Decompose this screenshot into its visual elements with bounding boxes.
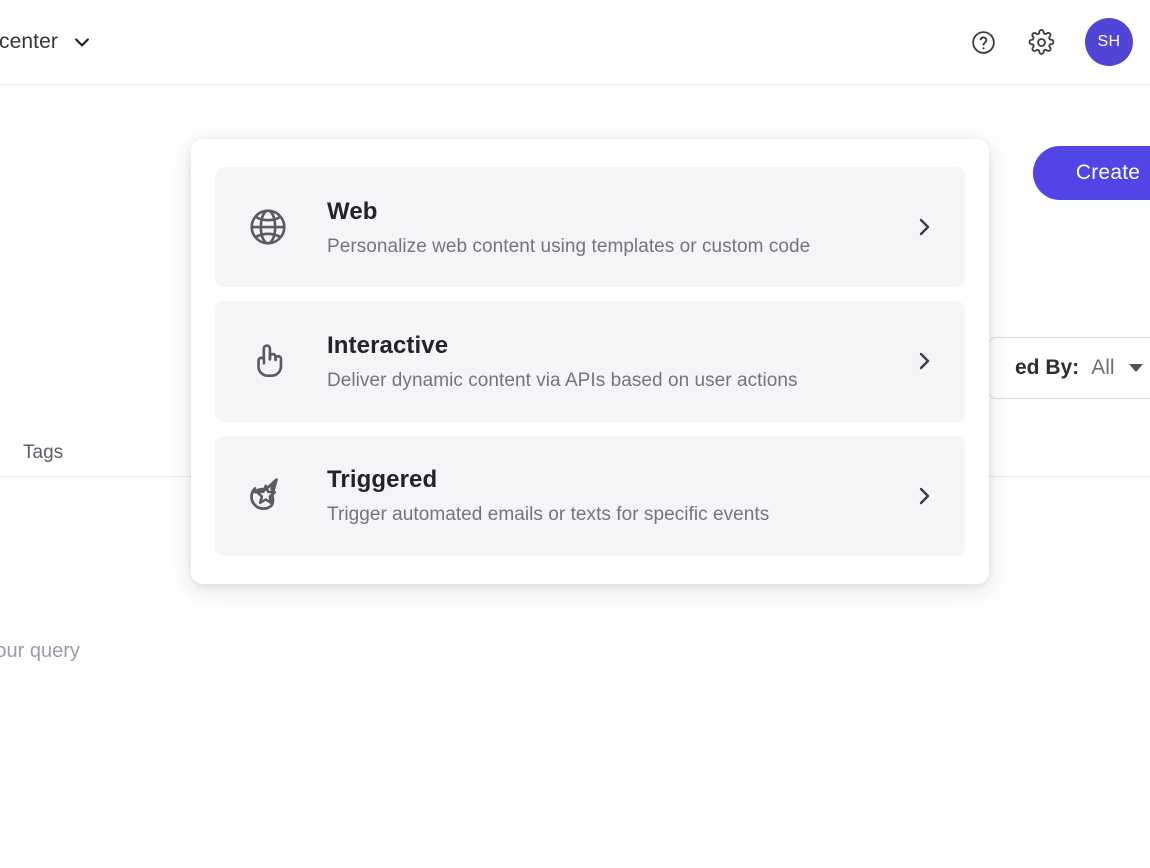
chevron-right-icon — [911, 215, 937, 239]
chevron-right-icon — [911, 349, 937, 373]
option-description-triggered: Trigger automated emails or texts for sp… — [327, 504, 770, 526]
pointing-hand-icon — [241, 340, 295, 382]
filter-label: ed By: — [1015, 356, 1080, 379]
filter-dropdown[interactable]: ed By: All — [988, 337, 1150, 399]
option-text-triggered: Triggered Trigger automated emails or te… — [295, 465, 911, 526]
top-bar: r center SH — [0, 0, 1150, 85]
option-text-web: Web Personalize web content using templa… — [295, 197, 911, 258]
avatar[interactable]: SH — [1085, 18, 1133, 66]
option-text-interactive: Interactive Deliver dynamic content via … — [295, 331, 911, 392]
shooting-star-icon — [241, 474, 295, 518]
option-title-web: Web — [327, 197, 378, 225]
empty-state-message: hing your query — [0, 640, 80, 662]
option-description-interactive: Deliver dynamic content via APIs based o… — [327, 369, 798, 391]
chevron-right-icon — [911, 484, 937, 508]
app-root: r center SH — [0, 0, 1150, 868]
option-card-web[interactable]: Web Personalize web content using templa… — [215, 167, 965, 288]
column-header-tags: Tags — [23, 442, 64, 463]
filter-value: All — [1091, 356, 1115, 379]
option-card-interactive[interactable]: Interactive Deliver dynamic content via … — [215, 301, 965, 422]
option-description-web: Personalize web content using templates … — [327, 235, 811, 257]
chevron-down-icon — [72, 32, 92, 52]
avatar-initials: SH — [1097, 33, 1121, 50]
option-title-interactive: Interactive — [327, 331, 449, 359]
create-type-modal: Web Personalize web content using templa… — [191, 139, 989, 584]
caret-down-icon — [1128, 364, 1143, 372]
workspace-switcher[interactable]: r center — [0, 30, 92, 54]
workspace-name: r center — [0, 30, 58, 53]
option-card-triggered[interactable]: Triggered Trigger automated emails or te… — [215, 435, 965, 556]
gear-icon[interactable] — [1027, 28, 1055, 56]
help-circle-icon[interactable] — [969, 28, 997, 56]
top-bar-actions: SH — [969, 18, 1133, 66]
option-title-triggered: Triggered — [327, 466, 438, 494]
globe-icon — [241, 206, 295, 248]
create-button[interactable]: Create — [1033, 146, 1150, 200]
